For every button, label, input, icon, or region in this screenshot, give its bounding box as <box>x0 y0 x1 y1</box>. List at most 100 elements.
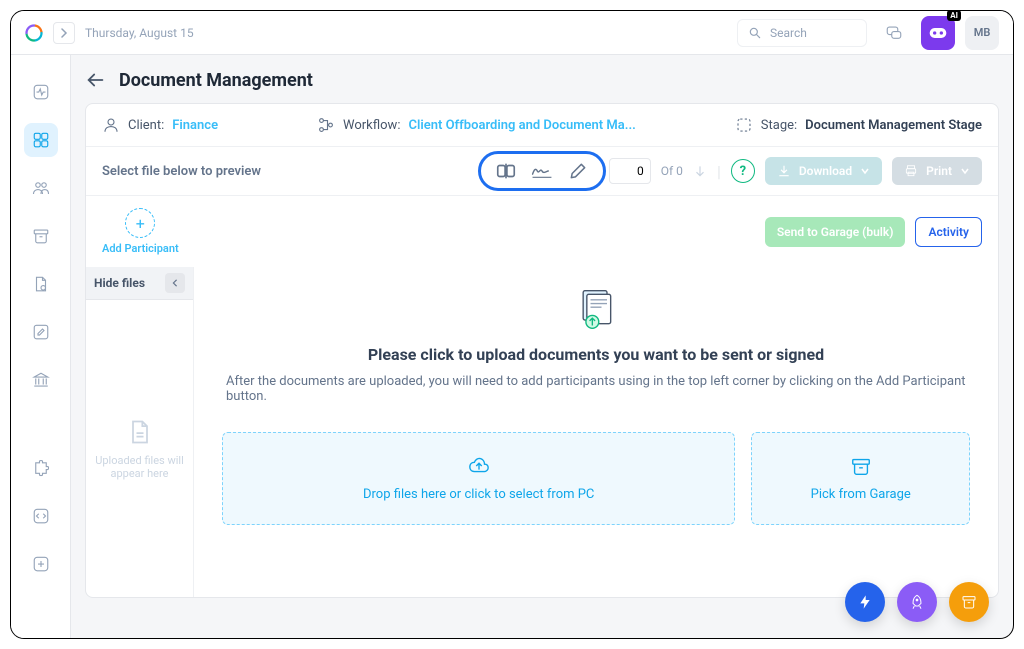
activity-button[interactable]: Activity <box>915 217 982 247</box>
add-participant-button[interactable]: + Add Participant <box>102 208 179 255</box>
sidebar-item-document[interactable] <box>24 267 58 301</box>
upload-area: Please click to upload documents you wan… <box>194 267 998 597</box>
actions-row: + Add Participant Send to Garage (bulk) … <box>86 195 998 267</box>
app-logo-icon <box>25 24 43 42</box>
robot-icon <box>928 26 948 40</box>
workflow-link[interactable]: Client Offboarding and Document Ma... <box>408 118 635 133</box>
page-number-input[interactable] <box>609 158 651 184</box>
search-icon <box>748 26 762 40</box>
page-total: Of 0 <box>661 164 683 178</box>
main-content: Document Management Client: Finance Work… <box>71 55 1013 638</box>
sidebar-item-dashboard[interactable] <box>24 75 58 109</box>
upload-title: Please click to upload documents you wan… <box>222 345 970 364</box>
files-column: Hide files Uploaded files will appear he… <box>86 267 194 597</box>
workflow-icon <box>317 116 335 134</box>
stage-value: Document Management Stage <box>805 118 982 133</box>
pulse-icon <box>32 83 50 101</box>
client-info: Client: Finance <box>102 116 218 134</box>
topbar: Thursday, August 15 Search AI MB <box>11 11 1013 55</box>
workflow-label: Workflow: <box>343 118 400 133</box>
chevron-down-icon <box>860 166 870 176</box>
ai-assistant-button[interactable]: AI <box>921 16 955 50</box>
plus-box-icon <box>32 555 50 573</box>
archive-icon <box>32 227 50 245</box>
archive-icon <box>961 594 977 610</box>
print-icon <box>904 164 918 178</box>
toolbar: Select file below to preview + − | Of 0 … <box>86 146 998 195</box>
stage-info: Stage: Document Management Stage <box>735 116 982 134</box>
sidebar-item-users[interactable] <box>24 171 58 205</box>
edit-icon <box>32 323 50 341</box>
download-label: Download <box>799 164 852 178</box>
chevron-right-icon <box>59 28 69 38</box>
download-button[interactable]: Download <box>765 157 882 185</box>
info-row: Client: Finance Workflow: Client Offboar… <box>86 104 998 146</box>
code-icon <box>32 507 50 525</box>
page-title: Document Management <box>119 70 313 91</box>
search-placeholder: Search <box>770 26 807 40</box>
plus-circle-icon: + <box>125 208 155 238</box>
hide-files-label: Hide files <box>94 276 145 290</box>
cloud-upload-icon <box>468 455 490 477</box>
stages-icon <box>32 131 50 149</box>
pen-tool-button[interactable] <box>567 160 589 182</box>
files-empty-text: Uploaded files will appear here <box>92 454 187 480</box>
chat-button[interactable] <box>877 16 911 50</box>
fab-lightning[interactable] <box>845 582 885 622</box>
puzzle-icon <box>32 459 50 477</box>
drop-files-text: Drop files here or click to select from … <box>363 487 594 502</box>
print-label: Print <box>926 164 952 178</box>
help-button[interactable]: ? <box>731 159 755 183</box>
document-icon <box>32 275 50 293</box>
sidebar-item-archive[interactable] <box>24 219 58 253</box>
signature-tool-button[interactable] <box>531 160 553 182</box>
down-arrow-icon[interactable] <box>693 164 707 178</box>
file-icon <box>126 418 154 446</box>
sidebar <box>11 55 71 638</box>
print-button[interactable]: Print <box>892 157 982 185</box>
tool-pill <box>478 151 606 191</box>
upload-doc-icon <box>574 287 618 331</box>
chat-icon <box>885 24 903 42</box>
chevron-left-icon <box>171 278 179 288</box>
workflow-info: Workflow: Client Offboarding and Documen… <box>317 116 636 134</box>
pick-from-garage-zone[interactable]: Pick from Garage <box>751 432 970 525</box>
sidebar-item-add[interactable] <box>24 547 58 581</box>
field-tool-button[interactable] <box>495 160 517 182</box>
drop-files-zone[interactable]: Drop files here or click to select from … <box>222 432 735 525</box>
garage-icon <box>850 455 872 477</box>
chevron-down-icon <box>960 166 970 176</box>
sidebar-item-code[interactable] <box>24 499 58 533</box>
fab-rocket[interactable] <box>897 582 937 622</box>
collapse-files-button[interactable] <box>165 273 185 293</box>
users-icon <box>32 179 50 197</box>
file-panel: Hide files Uploaded files will appear he… <box>86 267 998 597</box>
user-avatar[interactable]: MB <box>965 16 999 50</box>
sidebar-item-edit[interactable] <box>24 315 58 349</box>
sidebar-item-integrations[interactable] <box>24 451 58 485</box>
sidebar-item-institution[interactable] <box>24 363 58 397</box>
download-icon <box>777 164 791 178</box>
select-file-text: Select file below to preview <box>102 164 261 179</box>
date-display: Thursday, August 15 <box>85 26 194 40</box>
user-icon <box>102 116 120 134</box>
stage-label: Stage: <box>761 118 797 133</box>
files-empty-state: Uploaded files will appear here <box>86 300 193 597</box>
send-to-garage-button[interactable]: Send to Garage (bulk) <box>765 217 906 247</box>
stage-icon <box>735 116 753 134</box>
pen-icon <box>568 161 588 181</box>
sidebar-item-stages[interactable] <box>24 123 58 157</box>
fab-archive[interactable] <box>949 582 989 622</box>
back-arrow-icon[interactable] <box>85 69 107 91</box>
fab-row <box>845 582 989 622</box>
hide-files-header: Hide files <box>86 267 193 300</box>
nav-forward-button[interactable] <box>53 22 75 44</box>
client-label: Client: <box>128 118 164 133</box>
rocket-icon <box>909 594 925 610</box>
ai-badge: AI <box>947 10 961 21</box>
field-icon <box>495 160 517 182</box>
upload-subtitle: After the documents are uploaded, you wi… <box>222 374 970 404</box>
search-input[interactable]: Search <box>737 19 867 47</box>
signature-icon <box>531 161 553 181</box>
client-link[interactable]: Finance <box>172 118 218 133</box>
